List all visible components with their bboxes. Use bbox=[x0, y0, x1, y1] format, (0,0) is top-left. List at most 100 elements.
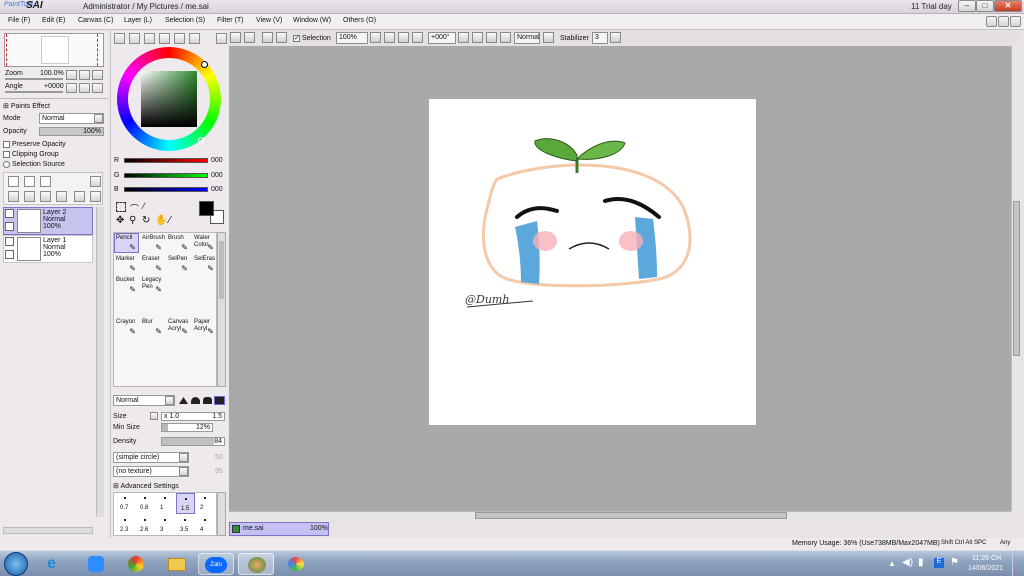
lasso-icon[interactable]: ⌒ bbox=[130, 202, 139, 215]
menu-others[interactable]: Others (O) bbox=[343, 17, 376, 24]
opacity-slider[interactable]: 100% bbox=[39, 127, 104, 136]
eye-icon[interactable] bbox=[5, 237, 14, 246]
zoom-out-button[interactable] bbox=[66, 70, 77, 80]
stabilizer-dropdown-icon[interactable] bbox=[610, 32, 621, 43]
b-slider[interactable] bbox=[124, 187, 208, 192]
angle-dropdown-icon[interactable] bbox=[458, 32, 469, 43]
tool-airbrush[interactable]: AirBrush ✎ bbox=[140, 233, 165, 253]
rotate-ccw-icon[interactable] bbox=[472, 32, 483, 43]
menu-layer[interactable]: Layer (L) bbox=[124, 17, 152, 24]
clipping-group-checkbox[interactable] bbox=[3, 151, 10, 158]
size-preset[interactable]: 3.5 bbox=[176, 515, 195, 536]
swatch-tab[interactable] bbox=[174, 33, 185, 44]
maximize-button[interactable]: □ bbox=[976, 0, 994, 12]
size-preset[interactable]: 1 bbox=[156, 493, 175, 514]
minimize-button[interactable]: – bbox=[958, 0, 976, 12]
navigator-preview[interactable] bbox=[4, 33, 104, 67]
color-bar-tab[interactable] bbox=[159, 33, 170, 44]
selection-checkbox[interactable]: ✓ bbox=[293, 35, 300, 42]
hand-tool-icon[interactable]: ✋ bbox=[155, 215, 167, 226]
tool-legacy[interactable]: Legacy Pen ✎ bbox=[140, 275, 165, 295]
new-linework-layer-icon[interactable] bbox=[24, 176, 35, 187]
eyedropper-icon[interactable]: ⁄ bbox=[169, 215, 171, 226]
size-preset[interactable]: 2.6 bbox=[136, 515, 155, 536]
tool-selpen[interactable]: SelPen ✎ bbox=[166, 254, 191, 274]
texture-select[interactable]: (no texture) bbox=[113, 466, 189, 477]
density-slider[interactable]: 84 bbox=[161, 437, 225, 446]
zoom-in-button[interactable] bbox=[79, 70, 90, 80]
hue-picker[interactable] bbox=[201, 61, 208, 68]
size-preset[interactable]: 0.7 bbox=[116, 493, 135, 514]
angle-slider[interactable] bbox=[5, 91, 63, 93]
h-scroll-thumb[interactable] bbox=[475, 512, 787, 519]
tool-bucket[interactable]: Bucket ✎ bbox=[114, 275, 139, 295]
rotate-left-button[interactable] bbox=[66, 83, 77, 93]
tool-paper[interactable]: Paper Acryl ✎ bbox=[192, 317, 217, 337]
size-preset[interactable]: 4 bbox=[196, 515, 215, 536]
layer-menu-icon[interactable] bbox=[90, 176, 101, 187]
tool-scrollbar[interactable] bbox=[217, 232, 226, 387]
r-slider[interactable] bbox=[124, 158, 208, 163]
clock-time[interactable]: 11:26 CH bbox=[972, 555, 1001, 562]
start-button[interactable] bbox=[4, 552, 28, 576]
show-desktop-button[interactable] bbox=[1012, 551, 1024, 576]
saturation-square[interactable] bbox=[141, 71, 197, 127]
paste-layer-icon[interactable] bbox=[90, 191, 101, 202]
menu-canvas[interactable]: Canvas (C) bbox=[78, 17, 113, 24]
layer-row-layer-1[interactable]: Layer 1 Normal 100% bbox=[3, 235, 93, 263]
v-scroll-thumb[interactable] bbox=[1013, 201, 1020, 356]
close-button[interactable]: ✕ bbox=[994, 0, 1022, 12]
angle-field[interactable]: +000° bbox=[428, 32, 456, 44]
size-mult-button[interactable] bbox=[150, 412, 158, 420]
canvas-v-scrollbar[interactable] bbox=[1011, 46, 1021, 511]
flag-icon[interactable]: ⚑ bbox=[950, 557, 959, 568]
zoom-tool-icon[interactable]: ⚲ bbox=[129, 215, 136, 226]
tool-water[interactable]: Water Color ✎ bbox=[192, 233, 217, 253]
mdi-close-button[interactable] bbox=[1010, 16, 1021, 27]
tool-blur[interactable]: Blur ✎ bbox=[140, 317, 165, 337]
clock-date[interactable]: 14/06/2021 bbox=[968, 565, 1003, 572]
rotate-cw-icon[interactable] bbox=[486, 32, 497, 43]
invert-selection-icon[interactable] bbox=[276, 32, 287, 43]
new-layer-icon[interactable] bbox=[8, 176, 19, 187]
zoom-reset-icon[interactable] bbox=[412, 32, 423, 43]
rotate-right-button[interactable] bbox=[79, 83, 90, 93]
layer-h-scrollbar[interactable] bbox=[3, 527, 93, 534]
size-preset-scrollbar[interactable] bbox=[217, 492, 226, 536]
rotate-reset-button[interactable] bbox=[92, 83, 103, 93]
menu-edit[interactable]: Edit (E) bbox=[42, 17, 65, 24]
view-blend-dropdown-icon[interactable] bbox=[543, 32, 554, 43]
zoom-reset-button[interactable] bbox=[92, 70, 103, 80]
tray-arrow-icon[interactable]: ▲ bbox=[888, 559, 896, 568]
zoom-slider[interactable] bbox=[5, 78, 63, 80]
brush-shape-round-icon[interactable] bbox=[191, 397, 200, 404]
min-size-slider[interactable]: 12% bbox=[161, 423, 213, 432]
zalo-taskbar-icon[interactable]: Zalo bbox=[198, 553, 234, 575]
color-wheel-tab[interactable] bbox=[114, 33, 125, 44]
brush-shape-flat-icon[interactable] bbox=[203, 397, 212, 404]
size-preset[interactable]: 2 bbox=[196, 493, 215, 514]
size-preset[interactable]: 2.3 bbox=[116, 515, 135, 536]
explorer-taskbar-icon[interactable] bbox=[158, 553, 194, 575]
redo-icon[interactable] bbox=[244, 32, 255, 43]
merge-down-icon[interactable] bbox=[8, 191, 19, 202]
size-preset[interactable]: 1.5 bbox=[176, 493, 195, 514]
tool-pencil[interactable]: Pencil ✎ bbox=[114, 233, 139, 253]
move-icon[interactable]: ✥ bbox=[116, 215, 124, 226]
tool-marker[interactable]: Marker ✎ bbox=[114, 254, 139, 274]
tool-canvas[interactable]: Canvas Acryl ✎ bbox=[166, 317, 191, 337]
foreground-color-swatch[interactable] bbox=[199, 201, 214, 216]
layer-scrollbar[interactable] bbox=[96, 207, 104, 517]
clear-layer-icon[interactable] bbox=[40, 191, 51, 202]
rect-select-icon[interactable] bbox=[116, 202, 126, 212]
network-icon[interactable]: ▮ bbox=[918, 557, 924, 568]
mdi-restore-button[interactable] bbox=[998, 16, 1009, 27]
tool-eraser[interactable]: Eraser ✎ bbox=[140, 254, 165, 274]
selection-source-checkbox[interactable] bbox=[3, 161, 10, 168]
new-folder-icon[interactable] bbox=[40, 176, 51, 187]
size-preset[interactable]: 3 bbox=[156, 515, 175, 536]
size-slider[interactable]: x 1.0 1.5 bbox=[161, 412, 225, 421]
rgb-slider-tab[interactable] bbox=[129, 33, 140, 44]
preserve-opacity-checkbox[interactable] bbox=[3, 141, 10, 148]
brush-shape-hard-icon[interactable] bbox=[179, 397, 188, 404]
